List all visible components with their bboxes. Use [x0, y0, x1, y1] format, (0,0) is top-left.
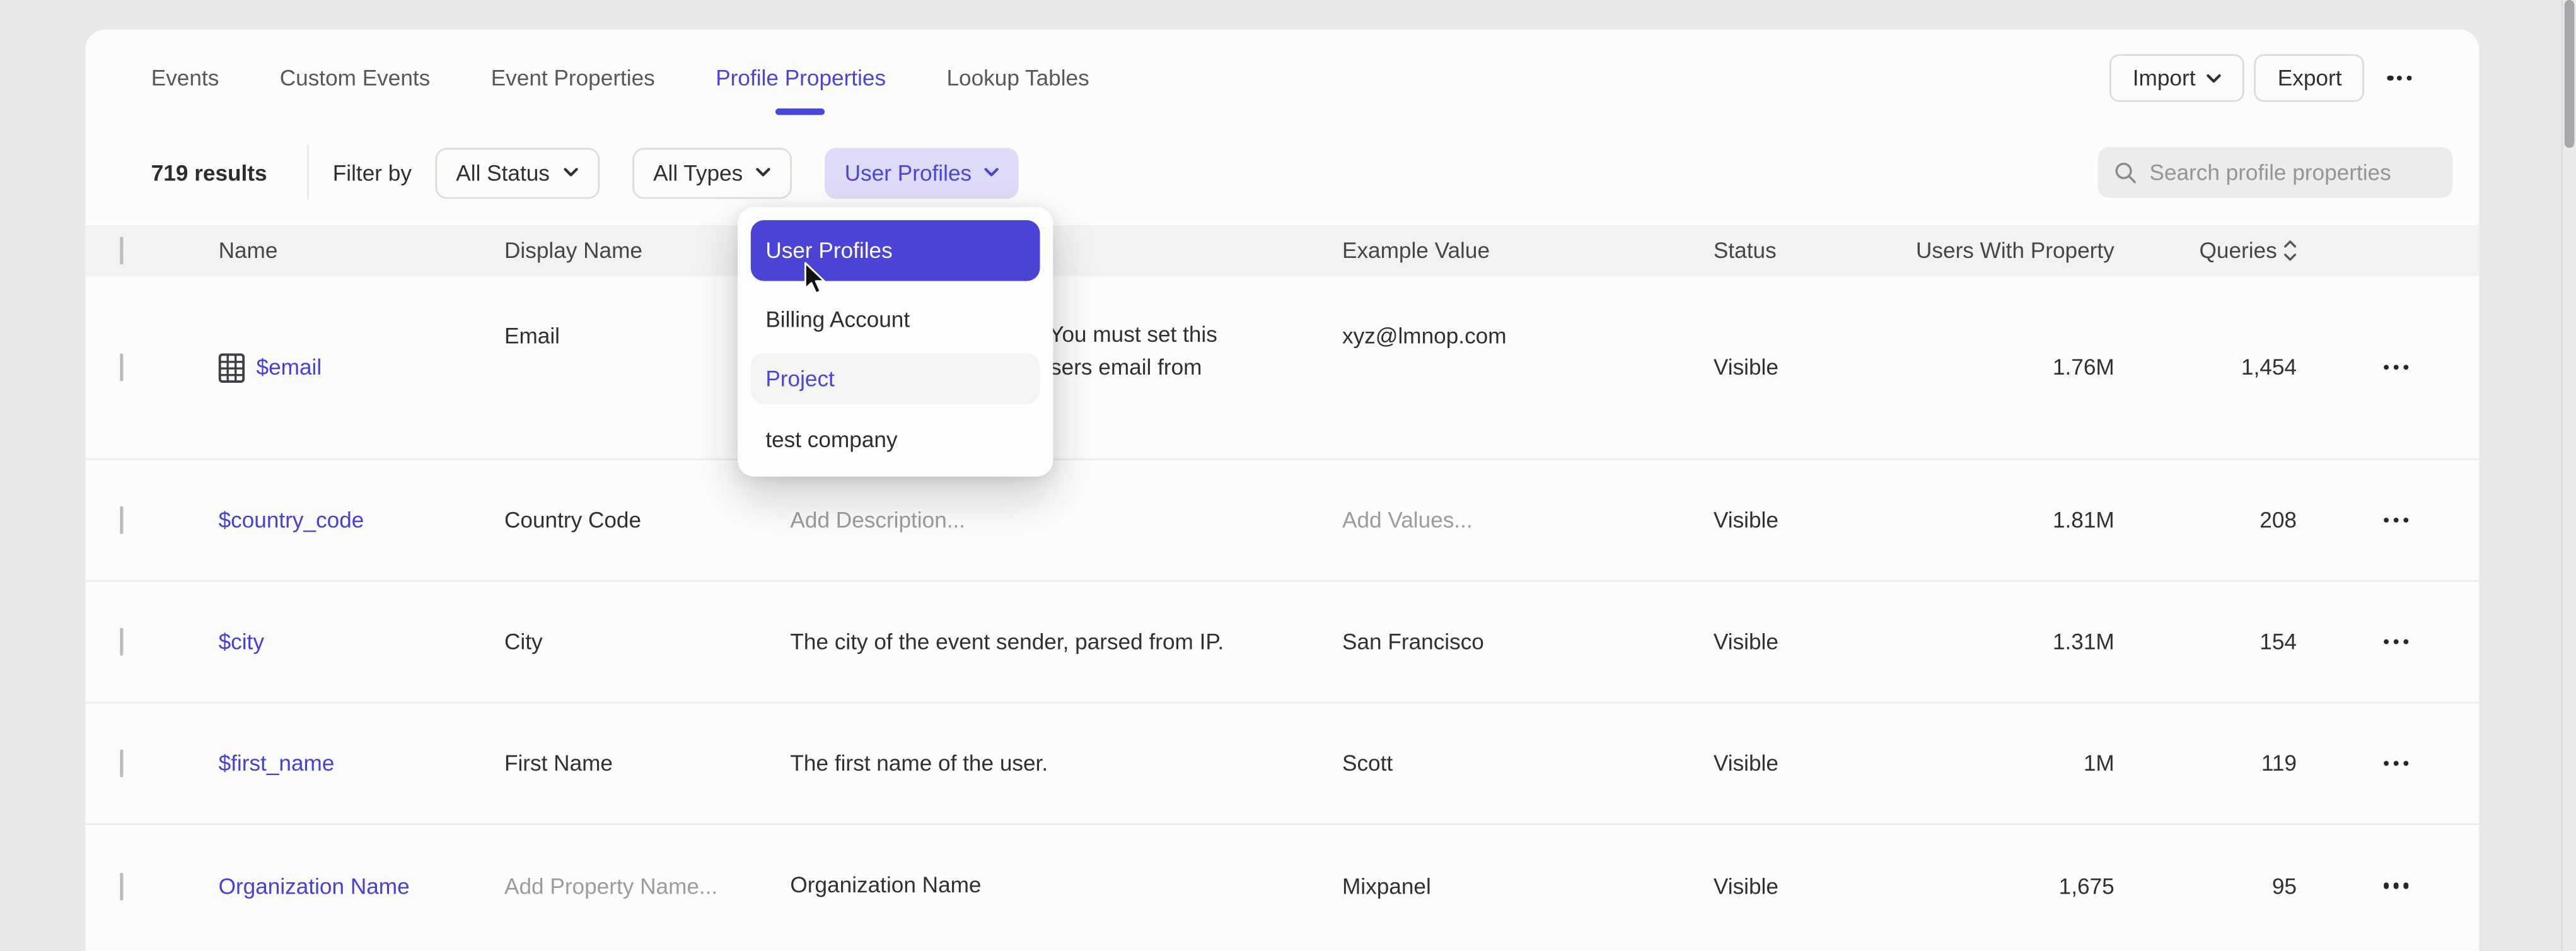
users-with-property-cell: 1.31M: [1898, 629, 2115, 654]
property-name-link[interactable]: $city: [219, 629, 264, 654]
users-with-property-cell: 1.81M: [1898, 508, 2115, 532]
type-filter-label: All Types: [653, 160, 743, 185]
status-cell[interactable]: Visible: [1714, 629, 1898, 654]
queries-cell: 119: [2115, 751, 2313, 776]
menu-item-test-company[interactable]: test company: [751, 414, 1040, 464]
filter-by-label: Filter by: [333, 160, 412, 185]
status-filter-dropdown[interactable]: All Status: [434, 147, 599, 198]
users-with-property-cell: 1M: [1898, 751, 2115, 776]
queries-cell: 1,454: [2115, 355, 2313, 380]
divider: [306, 144, 308, 201]
tabs-bar: Events Custom Events Event Properties Pr…: [86, 30, 2480, 141]
profile-type-filter-label: User Profiles: [845, 160, 972, 185]
table-row: $city City The city of the event sender,…: [86, 581, 2480, 703]
scrollbar-thumb[interactable]: [2563, 0, 2573, 148]
display-name-cell[interactable]: Add Property Name...: [504, 873, 790, 898]
status-cell[interactable]: Visible: [1714, 355, 1898, 380]
page: Events Custom Events Event Properties Pr…: [0, 0, 2576, 951]
export-label: Export: [2278, 66, 2342, 90]
chevron-down-icon: [563, 168, 577, 178]
example-value-cell[interactable]: Mixpanel: [1342, 873, 1714, 898]
queries-cell: 208: [2115, 508, 2313, 532]
display-name-cell[interactable]: Country Code: [504, 508, 790, 532]
chevron-down-icon: [2207, 73, 2222, 83]
row-checkbox[interactable]: [120, 353, 123, 381]
example-value-cell[interactable]: xyz@lmnop.com: [1342, 320, 1714, 353]
status-cell[interactable]: Visible: [1714, 751, 1898, 776]
users-with-property-cell: 1,675: [1898, 873, 2115, 898]
row-kebab-menu-icon[interactable]: [2373, 344, 2419, 390]
scrollbar-track: [2561, 0, 2576, 951]
toolbar: Import Export: [2109, 54, 2425, 102]
column-header-users-with-property: Users With Property: [1898, 238, 2115, 263]
users-with-property-cell: 1.76M: [1898, 355, 2115, 380]
select-all-checkbox[interactable]: [120, 236, 123, 264]
status-cell[interactable]: Visible: [1714, 508, 1898, 532]
search-input[interactable]: [2149, 160, 2436, 185]
profile-type-dropdown-menu: User Profiles Billing Account Project te…: [738, 207, 1053, 476]
example-value-cell[interactable]: San Francisco: [1342, 629, 1714, 654]
row-kebab-menu-icon[interactable]: [2373, 619, 2419, 665]
table-header: Name Display Name Description Example Va…: [86, 225, 2480, 276]
row-checkbox[interactable]: [120, 506, 123, 534]
import-button[interactable]: Import: [2109, 54, 2244, 102]
queries-cell: 95: [2115, 873, 2313, 898]
filter-bar: 719 results Filter by All Status All Typ…: [86, 141, 2480, 204]
table-row: Organization Name Add Property Name... O…: [86, 825, 2480, 947]
column-header-example-value: Example Value: [1342, 238, 1714, 263]
row-checkbox[interactable]: [120, 872, 123, 899]
type-filter-dropdown[interactable]: All Types: [632, 147, 792, 198]
cursor-icon: [803, 261, 828, 296]
tab-lookup-tables[interactable]: Lookup Tables: [946, 66, 1089, 92]
column-header-name: Name: [219, 238, 504, 263]
chevron-down-icon: [985, 168, 999, 178]
display-name-cell[interactable]: City: [504, 629, 790, 654]
row-kebab-menu-icon[interactable]: [2373, 863, 2419, 909]
row-kebab-menu-icon[interactable]: [2373, 740, 2419, 786]
menu-item-billing-account[interactable]: Billing Account: [751, 294, 1040, 343]
table-row: $email Email The user's email address. Y…: [86, 276, 2480, 460]
sort-icon: [2283, 240, 2297, 261]
kebab-menu-icon: [2387, 76, 2411, 81]
table-grid-icon: [219, 353, 245, 382]
example-value-cell[interactable]: Scott: [1342, 751, 1714, 776]
row-checkbox[interactable]: [120, 627, 123, 655]
table-row: $first_name First Name The first name of…: [86, 703, 2480, 825]
column-header-status: Status: [1714, 238, 1898, 263]
import-label: Import: [2133, 66, 2196, 90]
row-checkbox[interactable]: [120, 749, 123, 777]
overflow-menu-button[interactable]: [2375, 54, 2425, 102]
tab-custom-events[interactable]: Custom Events: [280, 66, 431, 92]
chevron-down-icon: [756, 168, 770, 178]
column-header-queries[interactable]: Queries: [2115, 238, 2313, 263]
description-cell[interactable]: The city of the event sender, parsed fro…: [790, 626, 1342, 658]
tab-event-properties[interactable]: Event Properties: [491, 66, 655, 92]
example-value-cell[interactable]: Add Values...: [1342, 508, 1714, 532]
property-name-link[interactable]: $email: [257, 355, 322, 380]
results-count: 719 results: [151, 160, 267, 185]
row-kebab-menu-icon[interactable]: [2373, 497, 2419, 543]
description-cell[interactable]: Add Description...: [790, 504, 1342, 536]
tab-events[interactable]: Events: [151, 66, 219, 92]
property-name-link[interactable]: $first_name: [219, 751, 335, 776]
search-icon: [2115, 160, 2137, 185]
description-cell[interactable]: Organization Name: [790, 870, 1342, 902]
profile-type-filter-dropdown[interactable]: User Profiles: [825, 147, 1019, 198]
status-filter-label: All Status: [456, 160, 550, 185]
menu-item-project[interactable]: Project: [751, 353, 1040, 404]
search-box: [2098, 147, 2453, 198]
properties-panel: Events Custom Events Event Properties Pr…: [86, 30, 2480, 951]
queries-header-label: Queries: [2200, 238, 2277, 263]
table-row: $country_code Country Code Add Descripti…: [86, 460, 2480, 582]
export-button[interactable]: Export: [2254, 54, 2365, 102]
description-cell[interactable]: The first name of the user.: [790, 747, 1342, 779]
property-name-link[interactable]: Organization Name: [219, 873, 410, 898]
tab-profile-properties[interactable]: Profile Properties: [716, 66, 886, 92]
status-cell[interactable]: Visible: [1714, 873, 1898, 898]
queries-cell: 154: [2115, 629, 2313, 654]
property-name-link[interactable]: $country_code: [219, 508, 364, 532]
menu-item-user-profiles[interactable]: User Profiles: [751, 220, 1040, 281]
display-name-cell[interactable]: First Name: [504, 751, 790, 776]
